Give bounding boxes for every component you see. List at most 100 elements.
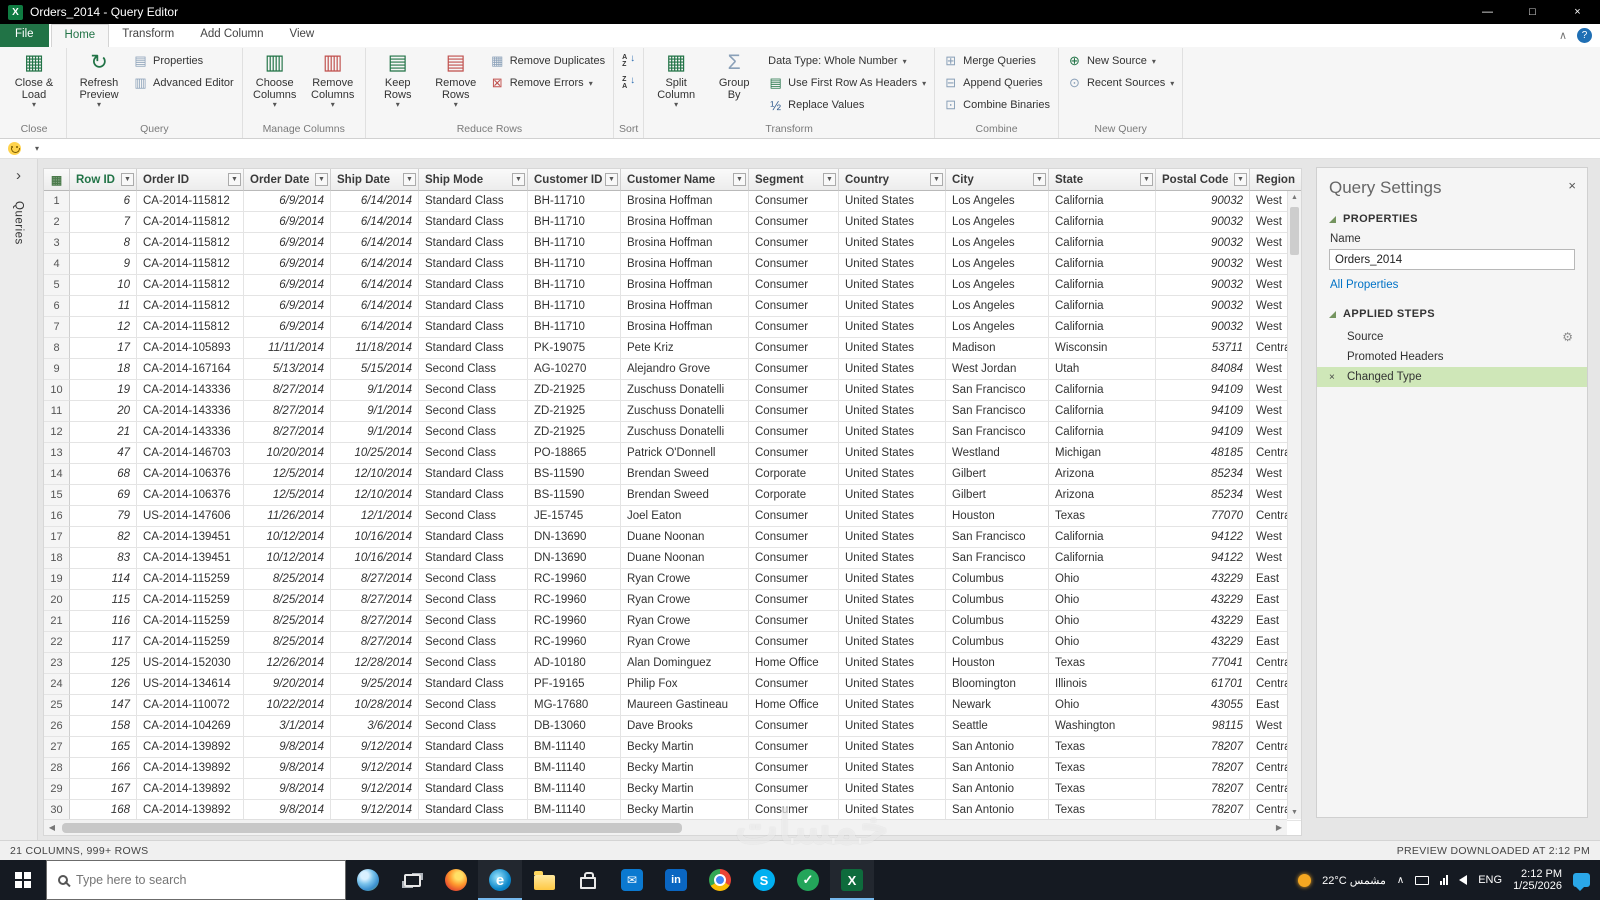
row-number[interactable]: 9 xyxy=(44,359,70,380)
cell[interactable]: DN-13690 xyxy=(528,548,621,569)
cell[interactable]: BM-11140 xyxy=(528,758,621,779)
cell[interactable]: Second Class xyxy=(419,569,528,590)
recent-sources-button[interactable]: ⊙ Recent Sources ▾ xyxy=(1062,72,1179,94)
cell[interactable]: CA-2014-139451 xyxy=(137,548,244,569)
cell[interactable]: CA-2014-167164 xyxy=(137,359,244,380)
row-number[interactable]: 2 xyxy=(44,212,70,233)
cell[interactable]: 11/18/2014 xyxy=(331,338,419,359)
cell[interactable]: 3/1/2014 xyxy=(244,716,331,737)
cell[interactable]: Consumer xyxy=(749,590,839,611)
cell[interactable]: San Francisco xyxy=(946,548,1049,569)
cell[interactable]: 68 xyxy=(70,464,137,485)
column-header-customer-id[interactable]: Customer ID ▼ xyxy=(528,169,621,191)
column-header-postal-code[interactable]: Postal Code ▼ xyxy=(1156,169,1250,191)
cell[interactable]: CA-2014-106376 xyxy=(137,464,244,485)
cell[interactable]: 21 xyxy=(70,422,137,443)
cell[interactable]: 9/12/2014 xyxy=(331,779,419,800)
cell[interactable]: 11/26/2014 xyxy=(244,506,331,527)
applied-step-changed-type[interactable]: × Changed Type xyxy=(1317,367,1587,387)
cell[interactable]: Becky Martin xyxy=(621,779,749,800)
language-indicator[interactable]: ENG xyxy=(1478,874,1502,886)
cell[interactable]: Second Class xyxy=(419,401,528,422)
cell[interactable]: United States xyxy=(839,590,946,611)
cell[interactable]: CA-2014-139892 xyxy=(137,779,244,800)
cell[interactable]: Consumer xyxy=(749,506,839,527)
horizontal-scrollbar[interactable]: ◀ ▶ xyxy=(44,819,1287,835)
cell[interactable]: BH-11710 xyxy=(528,317,621,338)
interests-icon[interactable] xyxy=(346,860,390,900)
cell[interactable]: Standard Class xyxy=(419,191,528,212)
filter-button[interactable]: ▼ xyxy=(403,173,416,186)
cell[interactable]: 90032 xyxy=(1156,233,1250,254)
cell[interactable]: 12/26/2014 xyxy=(244,653,331,674)
cell[interactable]: Consumer xyxy=(749,212,839,233)
cell[interactable]: 53711 xyxy=(1156,338,1250,359)
cell[interactable]: CA-2014-115812 xyxy=(137,275,244,296)
cell[interactable]: JE-15745 xyxy=(528,506,621,527)
sort-asc-button[interactable]: A Z ↓ xyxy=(617,50,640,72)
cell[interactable]: Los Angeles xyxy=(946,233,1049,254)
cell[interactable]: 8/27/2014 xyxy=(331,569,419,590)
close-settings-icon[interactable]: × xyxy=(1568,178,1576,193)
cell[interactable]: Standard Class xyxy=(419,674,528,695)
cell[interactable]: San Antonio xyxy=(946,779,1049,800)
row-number[interactable]: 7 xyxy=(44,317,70,338)
cell[interactable]: Brosina Hoffman xyxy=(621,296,749,317)
cell[interactable]: 48185 xyxy=(1156,443,1250,464)
cell[interactable]: Becky Martin xyxy=(621,758,749,779)
cell[interactable]: Washington xyxy=(1049,716,1156,737)
cell[interactable]: 12/10/2014 xyxy=(331,485,419,506)
cell[interactable]: CA-2014-139892 xyxy=(137,800,244,821)
cell[interactable]: Westland xyxy=(946,443,1049,464)
cell[interactable]: 94109 xyxy=(1156,401,1250,422)
cell[interactable]: CA-2014-115812 xyxy=(137,233,244,254)
cell[interactable]: 147 xyxy=(70,695,137,716)
row-number[interactable]: 27 xyxy=(44,737,70,758)
cell[interactable]: United States xyxy=(839,191,946,212)
cell[interactable]: Duane Noonan xyxy=(621,527,749,548)
scroll-down-icon[interactable]: ▼ xyxy=(1288,809,1301,816)
cell[interactable]: 69 xyxy=(70,485,137,506)
cell[interactable]: 43229 xyxy=(1156,611,1250,632)
cell[interactable]: United States xyxy=(839,611,946,632)
cell[interactable]: PK-19075 xyxy=(528,338,621,359)
cell[interactable]: CA-2014-139451 xyxy=(137,527,244,548)
cell[interactable]: Utah xyxy=(1049,359,1156,380)
cell[interactable]: Joel Eaton xyxy=(621,506,749,527)
cell[interactable]: Los Angeles xyxy=(946,254,1049,275)
column-header-ship-mode[interactable]: Ship Mode ▼ xyxy=(419,169,528,191)
cell[interactable]: California xyxy=(1049,233,1156,254)
cell[interactable]: Consumer xyxy=(749,401,839,422)
cell[interactable]: 90032 xyxy=(1156,254,1250,275)
volume-icon[interactable] xyxy=(1459,875,1468,885)
cell[interactable]: United States xyxy=(839,296,946,317)
row-number[interactable]: 25 xyxy=(44,695,70,716)
cell[interactable]: 9 xyxy=(70,254,137,275)
all-properties-link[interactable]: All Properties xyxy=(1317,279,1587,301)
filter-button[interactable]: ▼ xyxy=(228,173,241,186)
column-header-order-id[interactable]: Order ID ▼ xyxy=(137,169,244,191)
row-number[interactable]: 4 xyxy=(44,254,70,275)
cell[interactable]: 6/14/2014 xyxy=(331,191,419,212)
cell[interactable]: US-2014-152030 xyxy=(137,653,244,674)
tab-transform[interactable]: Transform xyxy=(109,24,187,47)
column-header-row-id[interactable]: Row ID ▼ xyxy=(70,169,137,191)
cell[interactable]: Ohio xyxy=(1049,632,1156,653)
cell[interactable]: United States xyxy=(839,464,946,485)
cell[interactable]: Columbus xyxy=(946,569,1049,590)
cell[interactable]: 6/14/2014 xyxy=(331,233,419,254)
cell[interactable]: Columbus xyxy=(946,632,1049,653)
tray-expand-icon[interactable]: ∧ xyxy=(1397,875,1404,886)
filter-button[interactable]: ▼ xyxy=(315,173,328,186)
cell[interactable]: Michigan xyxy=(1049,443,1156,464)
row-number[interactable]: 1 xyxy=(44,191,70,212)
feedback-smiley-icon[interactable] xyxy=(8,142,21,155)
cell[interactable]: Second Class xyxy=(419,716,528,737)
scroll-up-icon[interactable]: ▲ xyxy=(1288,194,1301,201)
column-header-city[interactable]: City ▼ xyxy=(946,169,1049,191)
row-number[interactable]: 29 xyxy=(44,779,70,800)
cell[interactable]: 6/9/2014 xyxy=(244,233,331,254)
cell[interactable]: 6/14/2014 xyxy=(331,212,419,233)
cell[interactable]: 10/16/2014 xyxy=(331,548,419,569)
scroll-right-icon[interactable]: ▶ xyxy=(1271,823,1287,832)
